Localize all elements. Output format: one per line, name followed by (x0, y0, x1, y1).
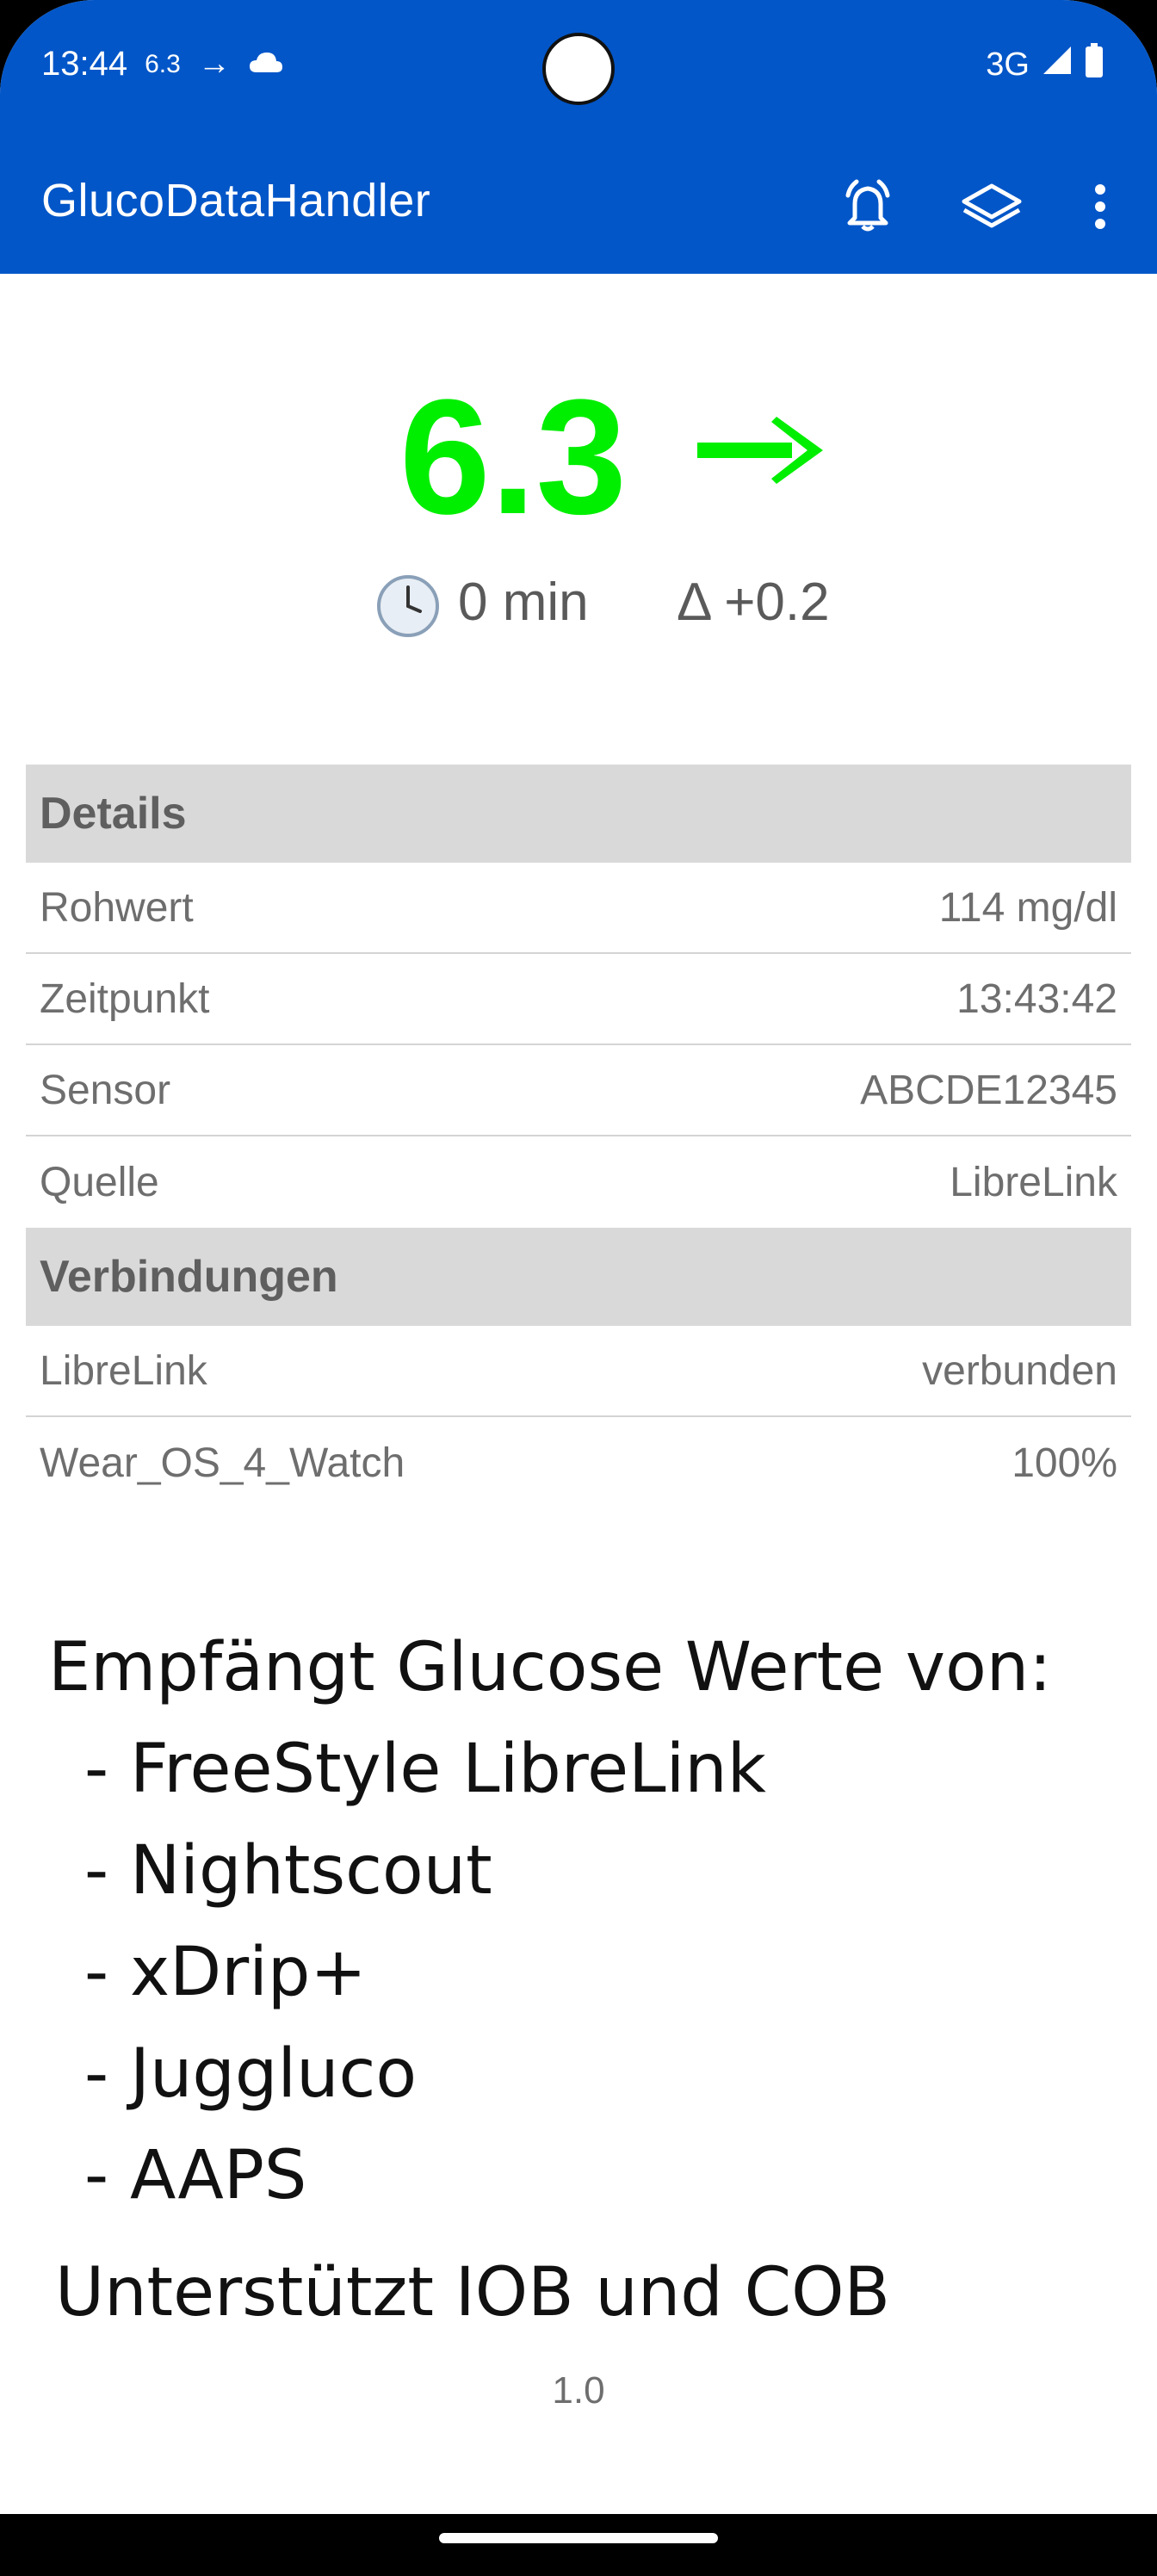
home-gesture-handle[interactable] (439, 2533, 718, 2543)
connections-header: Verbindungen (26, 1228, 1131, 1326)
details-row-zeitpunkt: Zeitpunkt 13:43:42 (26, 954, 1131, 1045)
status-time: 13:44 (41, 45, 128, 83)
promo-item: - FreeStyle LibreLink (84, 1731, 766, 1808)
row-label: Wear_OS_4_Watch (40, 1440, 405, 1486)
promo-item: - xDrip+ (84, 1934, 367, 2011)
app-title: GlucoDataHandler (41, 175, 431, 226)
app-bar: 13:44 6.3 → 3G GlucoDataHandler (0, 0, 1157, 274)
status-glucose-small: 6.3 (145, 49, 181, 78)
row-value: 100% (1012, 1440, 1117, 1486)
connection-row-watch: Wear_OS_4_Watch 100% (26, 1417, 1131, 1508)
signal-icon (1042, 45, 1073, 84)
row-value: LibreLink (950, 1159, 1117, 1205)
row-label: LibreLink (40, 1347, 207, 1394)
row-label: Rohwert (40, 884, 194, 931)
connection-row-librelink: LibreLink verbunden (26, 1326, 1131, 1417)
promo-footer: Unterstützt IOB und COB (55, 2254, 890, 2331)
navigation-bar (0, 2514, 1157, 2576)
clock-icon (374, 572, 442, 645)
details-header: Details (26, 765, 1131, 863)
alarm-icon[interactable] (833, 172, 902, 241)
row-value: 13:43:42 (956, 975, 1117, 1022)
glucose-value: 6.3 (399, 366, 628, 548)
status-bar: 13:44 6.3 → 3G (0, 0, 1157, 129)
row-label: Sensor (40, 1067, 171, 1113)
row-label: Quelle (40, 1159, 159, 1205)
network-type: 3G (986, 46, 1030, 83)
status-right: 3G (986, 43, 1104, 86)
promo-item: - AAPS (84, 2137, 307, 2214)
phone-screen: 13:44 6.3 → 3G GlucoDataHandler 6.3 0 mi… (0, 0, 1157, 2576)
app-version: 1.0 (552, 2369, 605, 2412)
details-row-sensor: Sensor ABCDE12345 (26, 1045, 1131, 1136)
promo-title: Empfängt Glucose Werte von: (48, 1629, 1052, 1706)
cloud-icon (248, 46, 284, 83)
status-trend-arrow: → (197, 46, 231, 82)
delta-value: Δ +0.2 (677, 573, 830, 632)
trend-arrow-right-icon (694, 412, 826, 493)
promo-text: Empfängt Glucose Werte von: - FreeStyle … (48, 1617, 1052, 2226)
toolbar: GlucoDataHandler (0, 146, 1157, 267)
row-label: Zeitpunkt (40, 975, 210, 1022)
row-value: verbunden (922, 1347, 1117, 1394)
more-vert-icon[interactable] (1066, 172, 1135, 241)
minutes-ago: 0 min (458, 573, 589, 632)
camera-cutout (542, 33, 615, 105)
battery-icon (1085, 43, 1104, 86)
details-row-rohwert: Rohwert 114 mg/dl (26, 863, 1131, 954)
glucose-meta: 0 min Δ +0.2 (0, 563, 1157, 637)
promo-item: - Juggluco (84, 2035, 418, 2113)
row-value: 114 mg/dl (938, 884, 1117, 931)
row-value: ABCDE12345 (860, 1067, 1117, 1113)
info-table: Details Rohwert 114 mg/dl Zeitpunkt 13:4… (26, 765, 1131, 1508)
promo-item: - Nightscout (84, 1832, 492, 1910)
status-left: 13:44 6.3 → (41, 45, 284, 84)
details-row-quelle: Quelle LibreLink (26, 1136, 1131, 1228)
layers-icon[interactable] (957, 172, 1026, 241)
